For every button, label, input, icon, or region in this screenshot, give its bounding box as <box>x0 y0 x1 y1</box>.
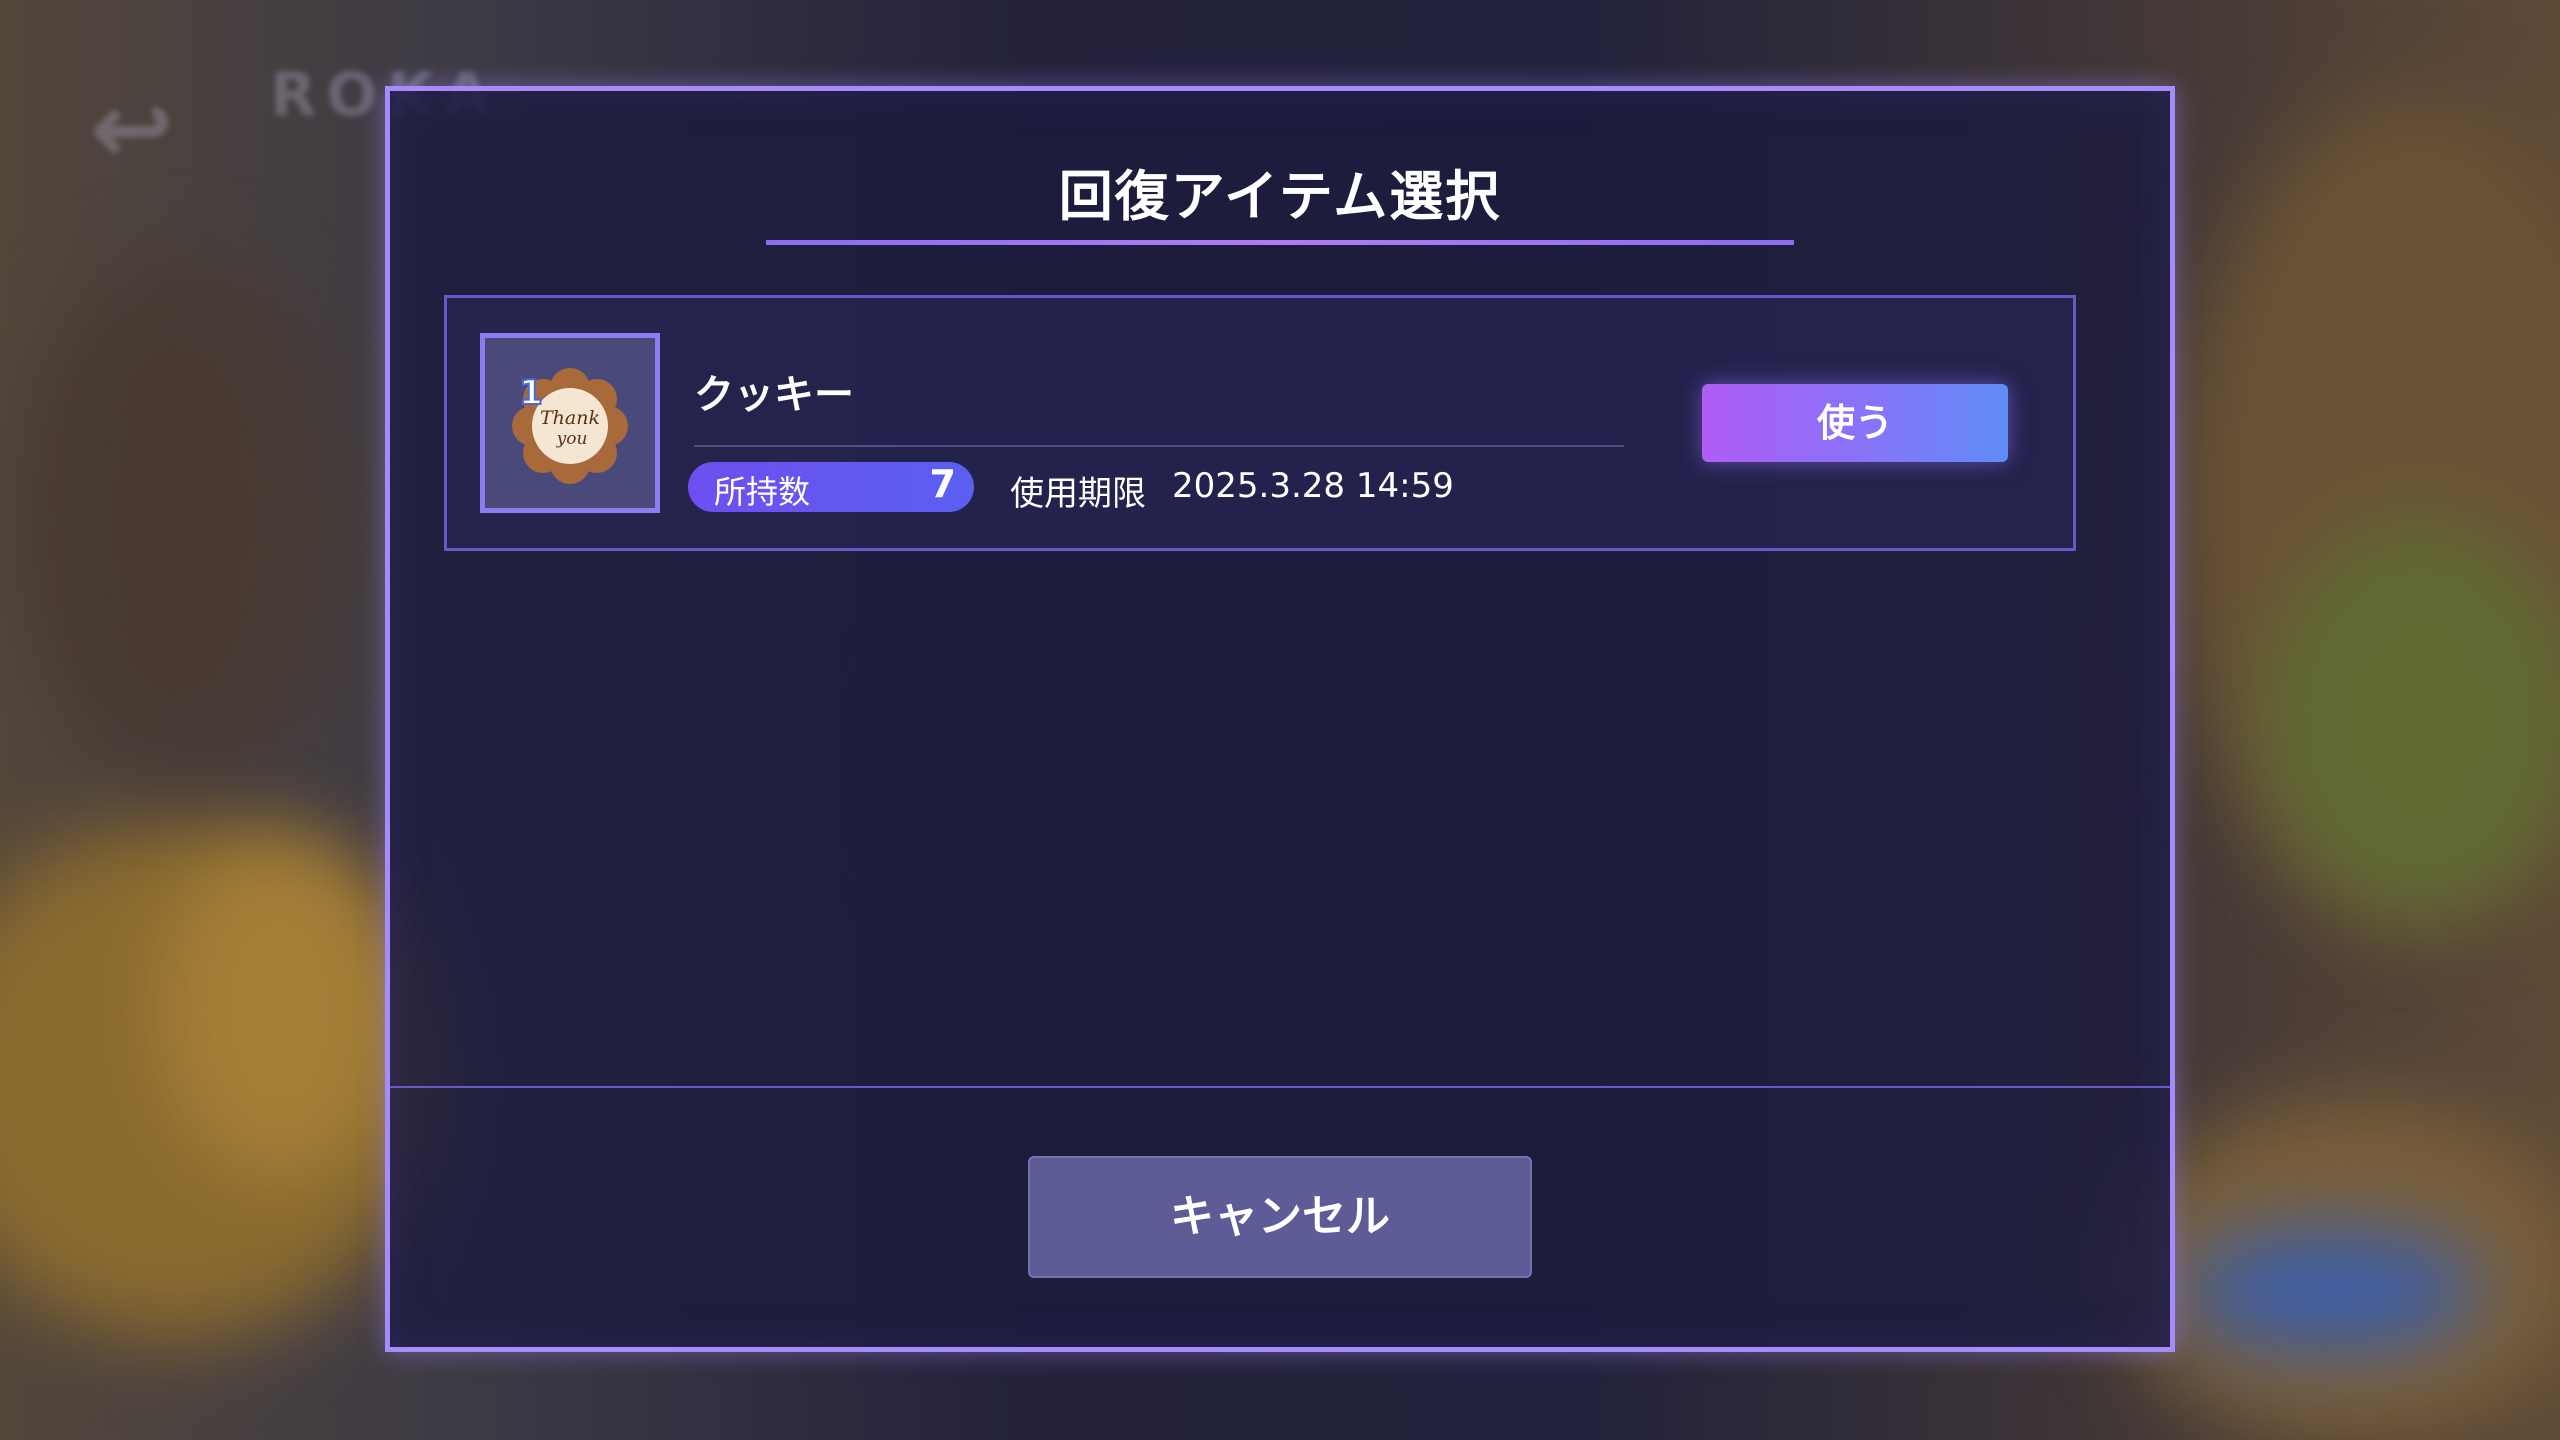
expiry-label: 使用期限 <box>1010 474 1146 514</box>
cancel-button[interactable]: キャンセル <box>1028 1156 1532 1278</box>
expiry-value: 2025.3.28 14:59 <box>1172 466 1454 506</box>
use-button[interactable]: 使う <box>1702 384 2008 462</box>
modal-title: 回復アイテム選択 <box>1058 165 1502 228</box>
cookie-text-line1: Thank <box>540 407 600 429</box>
thank-you-cookie-icon: Thank you 1 <box>512 368 628 484</box>
cookie-text-line2: you <box>556 429 588 449</box>
quantity-value: 7 <box>929 462 956 506</box>
badge-number: 1 <box>519 373 543 413</box>
footer-divider <box>390 1086 2170 1088</box>
item-divider <box>694 445 1624 447</box>
item-thumbnail: Thank you 1 <box>480 333 660 513</box>
title-underline <box>766 240 1794 245</box>
quantity-label: 所持数 <box>714 473 811 511</box>
item-name: クッキー <box>694 372 854 418</box>
